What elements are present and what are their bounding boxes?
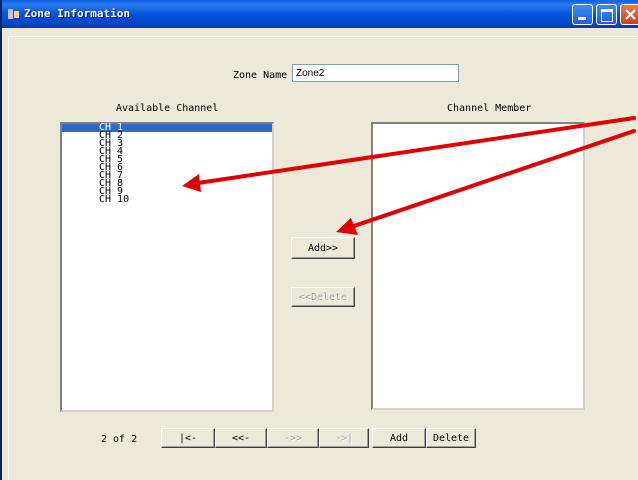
channel-list-item[interactable]: CH 10 bbox=[62, 195, 272, 205]
close-icon[interactable] bbox=[620, 4, 638, 25]
available-channel-label: Available Channel bbox=[116, 103, 219, 114]
window-title: Zone Information bbox=[24, 7, 130, 20]
first-record-button[interactable]: |<- bbox=[161, 428, 215, 448]
channel-list-item[interactable]: CH 8 bbox=[62, 179, 272, 189]
maximize-icon[interactable] bbox=[596, 4, 617, 25]
channel-list-item[interactable]: CH 4 bbox=[62, 147, 272, 157]
channel-list-item[interactable]: CH 2 bbox=[62, 131, 272, 141]
available-channel-list[interactable]: CH 1 CH 2 CH 3 CH 4 CH 5 CH 6 CH 7 CH 8 CH 9 CH 1… bbox=[60, 122, 274, 412]
app-icon bbox=[8, 9, 19, 19]
channel-list-item[interactable]: CH 5 bbox=[62, 155, 272, 165]
minimize-icon[interactable] bbox=[572, 4, 593, 25]
last-record-button[interactable]: ->| bbox=[319, 428, 369, 448]
channel-list-item[interactable]: CH 9 bbox=[62, 187, 272, 197]
delete-from-member-button[interactable]: <<Delete bbox=[291, 287, 355, 307]
next-record-button[interactable]: ->> bbox=[267, 428, 319, 448]
add-to-member-button[interactable]: Add>> bbox=[291, 237, 355, 259]
channel-list-item[interactable]: CH 1 bbox=[62, 123, 272, 133]
zone-name-label: Zone Name bbox=[233, 70, 288, 81]
channel-list-item[interactable]: CH 3 bbox=[62, 139, 272, 149]
title-bar[interactable]: Zone Information bbox=[2, 0, 638, 28]
zone-information-window: Zone Information Zone Name Available Cha… bbox=[0, 0, 638, 480]
channel-member-label: Channel Member bbox=[447, 103, 532, 114]
channel-list-item[interactable]: CH 6 bbox=[62, 163, 272, 173]
previous-record-button[interactable]: <<- bbox=[215, 428, 267, 448]
add-record-button[interactable]: Add bbox=[372, 428, 426, 448]
delete-record-button[interactable]: Delete bbox=[426, 428, 476, 448]
channel-list-item[interactable]: CH 7 bbox=[62, 171, 272, 181]
record-position: 2 of 2 bbox=[101, 434, 138, 445]
channel-member-list[interactable] bbox=[371, 122, 585, 410]
zone-name-input[interactable] bbox=[292, 64, 459, 82]
